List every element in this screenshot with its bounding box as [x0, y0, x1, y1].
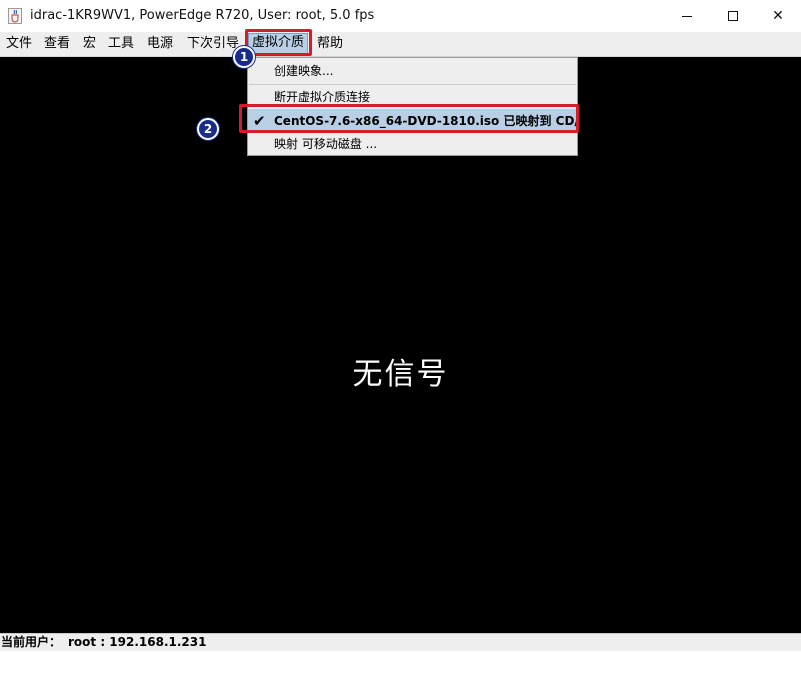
watermark: 头条 @多嘴的鹦鹉 [614, 668, 773, 690]
minimize-icon [682, 15, 692, 17]
no-signal-message: 无信号 [352, 357, 449, 392]
menu-next-boot[interactable]: 下次引导 [187, 35, 239, 53]
java-cup-icon [8, 8, 22, 24]
highlight-iso-item [239, 104, 579, 133]
menu-bar: 文件 查看 宏 工具 电源 下次引导 虚拟介质 帮助 [0, 32, 801, 57]
maximize-icon [728, 11, 738, 21]
menu-item-label: 映射 可移动磁盘 ... [274, 137, 378, 151]
minimize-button[interactable] [664, 0, 710, 32]
status-bar: 当前用户： root : 192.168.1.231 [0, 633, 801, 651]
menu-file[interactable]: 文件 [6, 35, 32, 53]
title-bar: idrac-1KR9WV1, PowerEdge R720, User: roo… [0, 0, 801, 33]
current-user-value: root : 192.168.1.231 [68, 635, 207, 649]
maximize-button[interactable] [710, 0, 756, 32]
close-icon: ✕ [772, 8, 784, 24]
menu-help[interactable]: 帮助 [317, 35, 343, 53]
menu-view[interactable]: 查看 [44, 35, 70, 53]
highlight-virtual-media-menu [245, 29, 312, 56]
step-1-badge: 1 [233, 46, 255, 68]
current-user-label: 当前用户： [1, 635, 62, 649]
menu-item-label: 创建映象... [274, 64, 334, 78]
menu-macro[interactable]: 宏 [83, 35, 96, 53]
menu-item-map-removable-disk[interactable]: 映射 可移动磁盘 ... [248, 132, 577, 156]
menu-power[interactable]: 电源 [147, 35, 173, 53]
menu-tools[interactable]: 工具 [108, 35, 134, 53]
menu-item-create-image[interactable]: 创建映象... [248, 59, 577, 83]
close-button[interactable]: ✕ [755, 0, 801, 32]
window-title: idrac-1KR9WV1, PowerEdge R720, User: roo… [30, 8, 375, 23]
step-2-badge: 2 [197, 118, 219, 140]
